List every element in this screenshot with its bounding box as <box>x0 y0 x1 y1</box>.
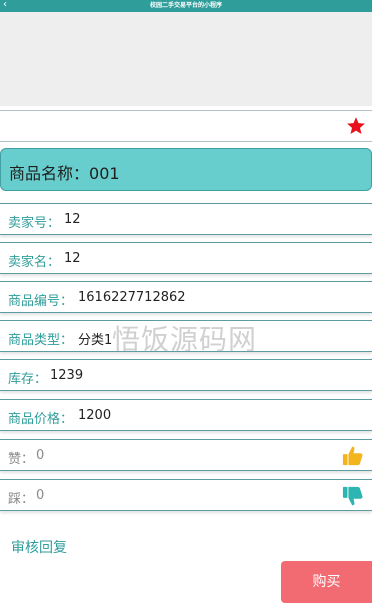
product-name: 商品名称：001 <box>9 160 120 184</box>
product-code-value: 1616227712862 <box>78 290 186 305</box>
watermark: 悟饭源码网 <box>112 323 258 356</box>
product-image-area <box>0 12 372 106</box>
field-likes: 赞： 0 <box>0 439 372 471</box>
dislikes-value: 0 <box>36 488 45 503</box>
review-reply-link[interactable]: 审核回复 <box>11 537 67 557</box>
dislikes-label: 踩： <box>8 492 35 507</box>
product-name-value: 001 <box>89 164 120 183</box>
likes-value: 0 <box>36 448 45 463</box>
thumbs-up-icon[interactable] <box>342 445 364 467</box>
star-icon[interactable] <box>346 116 366 136</box>
buy-button[interactable]: 购买 <box>281 561 372 603</box>
stock-value: 1239 <box>50 368 84 383</box>
seller-id-label: 卖家号： <box>8 216 61 231</box>
field-seller-name: 卖家名： 12 <box>0 242 372 274</box>
seller-id-value: 12 <box>64 212 81 227</box>
price-label: 商品价格： <box>8 412 74 427</box>
field-dislikes: 踩： 0 <box>0 479 372 511</box>
seller-name-value: 12 <box>64 251 81 266</box>
top-bar: ‹ 校园二手交易平台的小程序 <box>0 0 372 12</box>
field-product-code: 商品编号： 1616227712862 <box>0 281 372 313</box>
field-price: 商品价格： 1200 <box>0 399 372 431</box>
seller-name-label: 卖家名： <box>8 255 61 270</box>
thumbs-down-icon[interactable] <box>342 485 364 507</box>
product-type-label: 商品类型： <box>8 333 74 348</box>
product-type-value: 分类1 <box>78 333 113 348</box>
favorite-bar <box>0 110 372 142</box>
price-value: 1200 <box>78 408 112 423</box>
field-stock: 库存： 1239 <box>0 359 372 391</box>
product-code-label: 商品编号： <box>8 294 74 309</box>
likes-label: 赞： <box>8 452 35 467</box>
page-title: 校园二手交易平台的小程序 <box>149 2 222 9</box>
product-name-label: 商品名称： <box>9 164 90 183</box>
stock-label: 库存： <box>8 372 48 387</box>
field-seller-id: 卖家号： 12 <box>0 203 372 235</box>
product-name-box: 商品名称：001 <box>0 148 372 191</box>
